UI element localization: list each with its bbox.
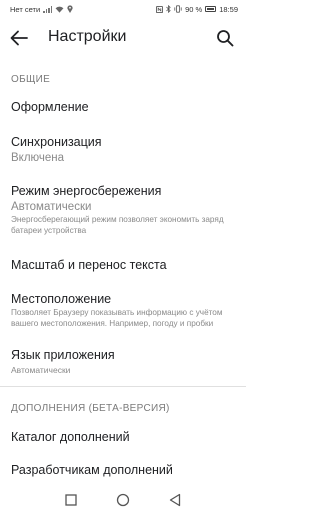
- setting-value: Автоматически: [11, 201, 92, 213]
- clock: 18:59: [219, 4, 238, 14]
- setting-title: Разработчикам дополнений: [11, 463, 173, 477]
- setting-title: Местоположение: [11, 292, 112, 306]
- setting-language[interactable]: Язык приложения Автоматически: [11, 348, 238, 375]
- setting-value: Включена: [11, 152, 65, 164]
- setting-title: Оформление: [11, 100, 89, 114]
- setting-title: Язык приложения: [11, 348, 115, 362]
- setting-value: Автоматически: [11, 365, 71, 375]
- setting-appearance[interactable]: Оформление: [11, 100, 238, 114]
- signal-icon: [43, 5, 53, 13]
- section-header-extensions: ДОПОЛНЕНИЯ (БЕТА-ВЕРСИЯ): [11, 403, 170, 414]
- setting-location[interactable]: Местоположение Позволяет Браузеру показы…: [11, 292, 238, 329]
- battery-icon: [205, 6, 217, 12]
- setting-title: Каталог дополнений: [11, 430, 130, 444]
- setting-zoom[interactable]: Масштаб и перенос текста: [11, 258, 238, 272]
- location-icon: [67, 5, 73, 13]
- battery-percent: 90 %: [185, 4, 203, 14]
- system-nav-bar: [0, 486, 246, 512]
- setting-description: Позволяет Браузеру показывать информацию…: [11, 308, 223, 328]
- setting-extensions-developers[interactable]: Разработчикам дополнений: [11, 463, 238, 477]
- arrow-left-icon[interactable]: [10, 30, 28, 46]
- back-icon[interactable]: [167, 492, 183, 508]
- setting-power-saving[interactable]: Режим энергосбережения Автоматически Эне…: [11, 184, 238, 236]
- vibrate-icon: [174, 5, 182, 13]
- setting-title: Масштаб и перенос текста: [11, 258, 167, 272]
- nfc-icon: [156, 5, 164, 13]
- setting-description: Энергосберегающий режим позволяет эконом…: [11, 215, 224, 235]
- app-bar: Настройки: [0, 18, 246, 58]
- status-bar: Нет сети 90 % 18:59: [0, 0, 246, 18]
- setting-title: Режим энергосбережения: [11, 184, 162, 198]
- page-title: Настройки: [48, 28, 127, 45]
- home-icon[interactable]: [115, 492, 131, 508]
- setting-extensions-catalog[interactable]: Каталог дополнений: [11, 430, 238, 444]
- section-divider: [0, 386, 246, 387]
- wifi-icon: [55, 6, 64, 13]
- bluetooth-icon: [166, 5, 171, 13]
- search-icon[interactable]: [216, 29, 234, 47]
- section-header-general: ОБЩИЕ: [11, 74, 51, 85]
- setting-sync[interactable]: Синхронизация Включена: [11, 135, 238, 164]
- setting-title: Синхронизация: [11, 135, 102, 149]
- carrier-label: Нет сети: [10, 4, 41, 14]
- recent-apps-icon[interactable]: [63, 492, 79, 508]
